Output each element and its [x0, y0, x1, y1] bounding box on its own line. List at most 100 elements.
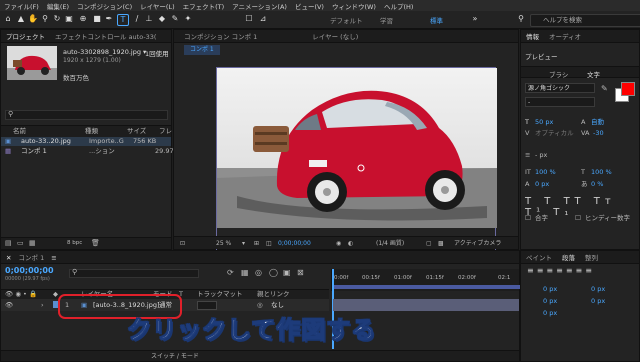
comp-timecode[interactable]: 0;00;00;00 — [278, 237, 311, 250]
new-folder-icon[interactable]: ▭ — [17, 239, 24, 247]
transparency-icon[interactable]: ▩ — [438, 237, 444, 250]
project-row[interactable]: ▦ コンポ 1 ...ション 29.97 — [1, 147, 174, 156]
leading-value[interactable]: 自動 — [591, 118, 604, 127]
indent-left-value[interactable]: 0 px — [543, 285, 557, 294]
menu-item[interactable]: ビュー(V) — [291, 1, 328, 11]
camera-dropdown[interactable]: アクティブカメラ — [454, 237, 501, 250]
zoom-tool-icon[interactable]: ⚲ — [40, 14, 50, 24]
font-family-dropdown[interactable]: 源ノ角ゴシック — [525, 83, 595, 93]
help-search-input[interactable]: ヘルプを検索 — [530, 14, 640, 27]
column-type[interactable]: 種類 — [85, 126, 98, 137]
menu-item[interactable]: ウィンドウ(W) — [328, 1, 380, 11]
tab-effect-controls[interactable]: エフェクトコントロール auto-33( — [50, 31, 161, 41]
workspace-menu-icon[interactable]: » — [470, 14, 480, 24]
mask-icon[interactable]: ◫ — [266, 237, 272, 250]
motion-blur-icon[interactable]: ◎ — [255, 268, 262, 277]
resolution-dropdown[interactable]: (1/4 画質) — [376, 237, 404, 250]
menu-item[interactable]: レイヤー(L) — [136, 1, 179, 11]
fill-color-swatch[interactable] — [621, 82, 635, 96]
roto-brush-tool-icon[interactable]: ✎ — [170, 14, 180, 24]
tab-brush[interactable]: ブラシ — [549, 69, 568, 79]
column-frame[interactable]: フレ — [159, 126, 172, 137]
region-icon[interactable]: ▢ — [426, 237, 432, 250]
tab-paint[interactable]: ペイント — [521, 252, 557, 262]
alignment-buttons[interactable]: ≡≡≡≡≡≡≡ — [527, 266, 595, 275]
snapshot-icon[interactable]: ◉ — [336, 237, 341, 250]
comp-viewer[interactable] — [216, 67, 497, 252]
tab-info[interactable]: 情報 — [521, 31, 544, 41]
rotate-tool-icon[interactable]: ↻ — [52, 14, 62, 24]
grid-icon[interactable]: ⊞ — [254, 237, 259, 250]
zoom-dropdown[interactable]: 25 % — [216, 237, 231, 250]
column-parent[interactable]: 親とリンク — [257, 290, 290, 299]
kerning-value[interactable]: オプティカル — [535, 129, 574, 138]
workspace-default[interactable]: デフォルト — [330, 15, 363, 25]
menu-item[interactable]: 編集(E) — [43, 1, 73, 11]
new-composition-icon[interactable]: ▦ — [29, 239, 36, 247]
switches-modes-toggle[interactable]: スイッチ / モード — [151, 351, 199, 362]
bpc-label[interactable]: 8 bpc — [67, 240, 82, 246]
column-name[interactable]: 名前 — [13, 126, 26, 137]
menu-item[interactable]: アニメーション(A) — [228, 1, 291, 11]
project-row[interactable]: ▣ auto-33..20.jpg Importe..G 756 KB — [1, 137, 171, 146]
rectangle-tool-icon[interactable]: ■ — [92, 14, 102, 24]
expand-arrow-icon[interactable]: › — [41, 299, 44, 311]
layer-lock-icon[interactable]: ▣ — [283, 268, 291, 277]
pan-behind-tool-icon[interactable]: ⊕ — [78, 14, 88, 24]
work-area-bar[interactable] — [332, 285, 520, 289]
timeline-timecode[interactable]: 0;00;00;00 — [5, 266, 54, 275]
frame-blend-icon[interactable]: ▦ — [241, 268, 249, 277]
brush-tool-icon[interactable]: ∕ — [132, 14, 142, 24]
puppet-pin-tool-icon[interactable]: ✦ — [183, 14, 193, 24]
selection-tool-icon[interactable]: ▲ — [16, 14, 26, 24]
text-style-buttons[interactable]: T T TT Tт T¹ T₁ — [525, 196, 637, 218]
track-matte-dropdown[interactable] — [197, 301, 217, 310]
snap-checkbox-icon[interactable]: ☐ — [244, 14, 254, 24]
stroke-width-value[interactable]: - px — [535, 151, 547, 160]
timeline-ruler[interactable]: 0:00f 00:15f 01:00f 01:15f 02:00f 02:1 — [331, 269, 520, 291]
eraser-tool-icon[interactable]: ◆ — [157, 14, 167, 24]
tab-project[interactable]: プロジェクト — [1, 31, 50, 41]
ligature-checkbox[interactable]: ☐ — [525, 214, 531, 223]
tracking-value[interactable]: -30 — [593, 129, 604, 138]
color-channel-icon[interactable]: ◐ — [348, 237, 353, 250]
trash-icon[interactable]: 🗑 — [91, 239, 100, 247]
chevron-down-icon[interactable]: ▾ — [242, 237, 245, 250]
workspace-standard[interactable]: 標準 — [430, 15, 443, 25]
interpret-footage-icon[interactable]: ▤ — [5, 239, 12, 247]
baseline-value[interactable]: 0 px — [535, 180, 549, 189]
column-size[interactable]: サイズ — [127, 126, 146, 137]
font-size-value[interactable]: 50 px — [535, 118, 553, 127]
preview-label[interactable]: プレビュー — [525, 51, 558, 61]
tab-align[interactable]: 整列 — [580, 252, 603, 262]
tsume-value[interactable]: 0 % — [591, 180, 603, 189]
horizontal-scale-value[interactable]: 100 % — [591, 168, 612, 177]
tab-paragraph[interactable]: 段落 — [557, 252, 580, 262]
project-search-input[interactable]: ⚲ — [5, 110, 168, 120]
shy-icon[interactable]: ⟳ — [227, 268, 234, 277]
timeline-search-input[interactable]: ⚲ — [69, 268, 199, 278]
space-before-value[interactable]: 0 px — [543, 297, 557, 306]
comp-breadcrumb[interactable]: コンポ 1 — [184, 45, 220, 55]
column-track-matte[interactable]: トラックマット — [197, 290, 243, 299]
menu-item[interactable]: エフェクト(T) — [179, 1, 229, 11]
menu-item[interactable]: ヘルプ(H) — [380, 1, 417, 11]
menu-item[interactable]: コンポジション(C) — [73, 1, 136, 11]
eye-icon[interactable]: 👁 — [5, 299, 13, 311]
home-icon[interactable]: ⌂ — [3, 14, 13, 24]
tab-composition[interactable]: コンポジション コンポ 1 — [174, 31, 267, 41]
space-after-value[interactable]: 0 px — [591, 297, 605, 306]
workspace-learn[interactable]: 学習 — [380, 15, 393, 25]
eyedropper-icon[interactable]: ✎ — [601, 84, 608, 93]
vertical-scale-value[interactable]: 100 % — [535, 168, 556, 177]
clone-stamp-tool-icon[interactable]: ⊥ — [144, 14, 154, 24]
tab-character[interactable]: 文字 — [587, 69, 600, 79]
type-tool-icon[interactable]: T — [117, 14, 129, 26]
menu-item[interactable]: ファイル(F) — [0, 1, 43, 11]
chart-icon[interactable]: ⊠ — [297, 268, 304, 277]
search-help-icon[interactable]: ⚲ — [516, 14, 526, 24]
pen-tool-icon[interactable]: ✒ — [104, 14, 114, 24]
tab-comp-timeline[interactable]: ✕ コンポ 1 ≡ — [1, 252, 62, 262]
first-line-indent-value[interactable]: 0 px — [543, 309, 557, 318]
tab-audio[interactable]: オーディオ — [544, 31, 586, 41]
